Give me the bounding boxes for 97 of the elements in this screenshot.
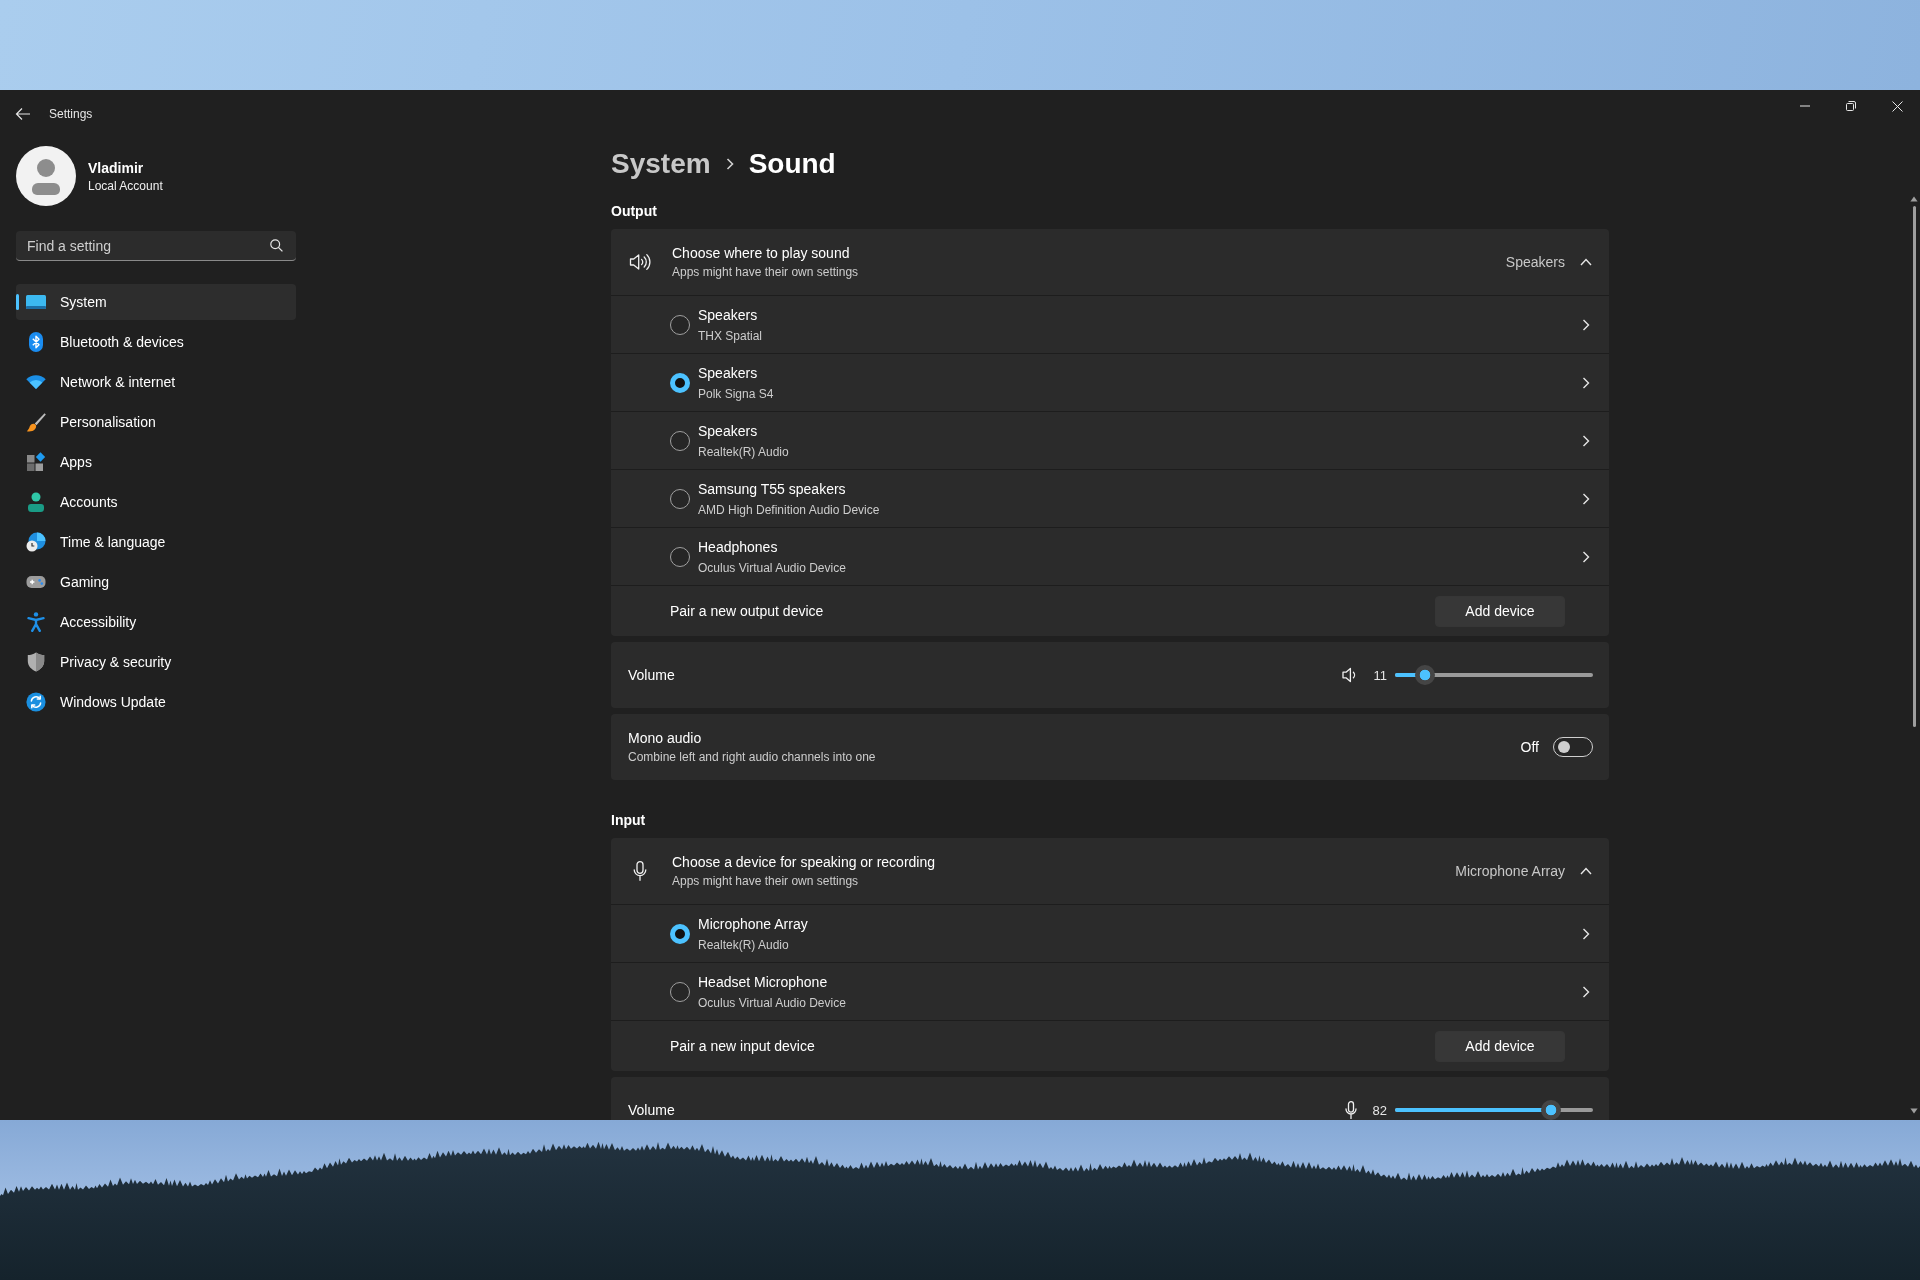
add-device-button[interactable]: Add device — [1435, 1030, 1565, 1062]
device-name: Speakers — [698, 305, 759, 324]
chevron-up-icon[interactable] — [1580, 867, 1592, 875]
sidebar-item[interactable]: Time & language — [16, 524, 296, 560]
page-title: Sound — [748, 148, 836, 180]
chevron-right-icon — [725, 158, 734, 170]
device-detail: Realtek(R) Audio — [698, 443, 790, 460]
volume-slider[interactable] — [1395, 665, 1593, 685]
gamepad-icon — [26, 575, 46, 589]
device-detail: Realtek(R) Audio — [698, 936, 790, 953]
volume-reading: 82 — [1372, 1102, 1387, 1118]
card-subtitle: Apps might have their own settings — [672, 264, 860, 280]
volume-label: Volume — [628, 1101, 675, 1119]
breadcrumb-link[interactable]: System — [611, 148, 711, 180]
chevron-right-icon — [1582, 434, 1590, 447]
device-detail: AMD High Definition Audio Device — [698, 501, 881, 518]
setting-title: Mono audio — [628, 729, 703, 747]
search-field[interactable]: Find a setting — [16, 231, 296, 261]
brush-icon — [26, 412, 46, 432]
window-title: Settings — [49, 107, 93, 121]
card-title: Choose where to play sound — [672, 244, 851, 262]
radio-button[interactable] — [670, 546, 690, 567]
selected-device-label: Speakers — [1505, 254, 1565, 270]
sidebar-item[interactable]: Accessibility — [16, 604, 296, 640]
sidebar-item[interactable]: System — [16, 284, 296, 320]
device-detail: Polk Signa S4 — [698, 385, 775, 402]
section-heading: Input — [611, 811, 647, 830]
minimize-icon — [1800, 105, 1810, 107]
restore-icon — [1846, 101, 1856, 111]
pair-device-label: Pair a new output device — [670, 602, 824, 620]
add-device-button[interactable]: Add device — [1435, 595, 1565, 627]
close-icon — [1891, 100, 1903, 112]
toggle-state-label: Off — [1520, 738, 1539, 756]
setting-description: Combine left and right audio channels into one — [628, 749, 877, 765]
device-name: Headset Microphone — [698, 972, 829, 991]
sidebar-item[interactable]: Gaming — [16, 564, 296, 600]
device-name: Speakers — [698, 363, 759, 382]
radio-button[interactable] — [670, 430, 690, 451]
user-name: Vladimir — [88, 159, 145, 176]
account-type: Local Account — [88, 178, 163, 193]
chevron-right-icon — [1582, 927, 1590, 940]
radio-button[interactable] — [670, 314, 690, 335]
chevron-up-icon[interactable] — [1580, 258, 1592, 266]
scrollbar-thumb[interactable] — [1912, 206, 1916, 727]
volume-reading: 11 — [1373, 667, 1387, 683]
globe-clock-icon — [26, 532, 46, 552]
slider-thumb[interactable] — [1414, 665, 1435, 685]
device-name: Headphones — [698, 537, 779, 556]
shield-icon — [27, 652, 45, 672]
back-arrow-icon — [15, 107, 31, 121]
sidebar-item[interactable]: Privacy & security — [16, 644, 296, 680]
scroll-up-icon[interactable] — [1910, 196, 1918, 202]
scroll-down-icon[interactable] — [1910, 1108, 1918, 1114]
volume-slider[interactable] — [1395, 1100, 1593, 1120]
chevron-right-icon — [1582, 318, 1590, 331]
sidebar-item[interactable]: Accounts — [16, 484, 296, 520]
slider-thumb[interactable] — [1540, 1100, 1561, 1120]
chevron-right-icon — [1582, 492, 1590, 505]
radio-button[interactable] — [670, 981, 690, 1002]
radio-button[interactable] — [670, 488, 690, 509]
sidebar-item[interactable]: Bluetooth & devices — [16, 324, 296, 360]
sync-icon — [26, 692, 46, 712]
radio-button[interactable] — [670, 372, 690, 393]
speaker-icon — [629, 253, 651, 271]
card-title: Choose a device for speaking or recording — [672, 853, 937, 871]
bluetooth-icon — [29, 332, 43, 352]
device-name: Samsung T55 speakers — [698, 479, 847, 498]
search-icon[interactable] — [270, 239, 283, 252]
card-subtitle: Apps might have their own settings — [672, 873, 860, 889]
monitor-icon — [26, 294, 46, 310]
device-name: Speakers — [698, 421, 759, 440]
chevron-right-icon — [1582, 985, 1590, 998]
toggle-switch[interactable] — [1553, 737, 1593, 757]
sidebar-item[interactable]: Network & internet — [16, 364, 296, 400]
selected-device-label: Microphone Array — [1455, 863, 1565, 879]
apps-icon — [26, 452, 46, 472]
person-icon — [27, 492, 45, 512]
device-detail: THX Spatial — [698, 327, 764, 344]
volume-label: Volume — [628, 666, 675, 684]
sidebar-item[interactable]: Personalisation — [16, 404, 296, 440]
device-detail: Oculus Virtual Audio Device — [698, 559, 847, 576]
wifi-icon — [26, 375, 46, 389]
device-name: Microphone Array — [698, 914, 809, 933]
radio-button[interactable] — [670, 923, 690, 944]
microphone-icon[interactable] — [1344, 1101, 1357, 1119]
chevron-right-icon — [1582, 376, 1590, 389]
chevron-right-icon — [1582, 550, 1590, 563]
sidebar-item[interactable]: Apps — [16, 444, 296, 480]
back-button[interactable] — [15, 106, 31, 122]
device-detail: Oculus Virtual Audio Device — [698, 994, 847, 1011]
accessibility-icon — [27, 612, 45, 632]
speaker-icon[interactable] — [1341, 667, 1358, 683]
sidebar-item[interactable]: Windows Update — [16, 684, 296, 720]
avatar-icon — [16, 146, 76, 206]
microphone-icon — [633, 861, 647, 881]
pair-device-label: Pair a new input device — [670, 1037, 815, 1055]
section-heading: Output — [611, 202, 658, 221]
